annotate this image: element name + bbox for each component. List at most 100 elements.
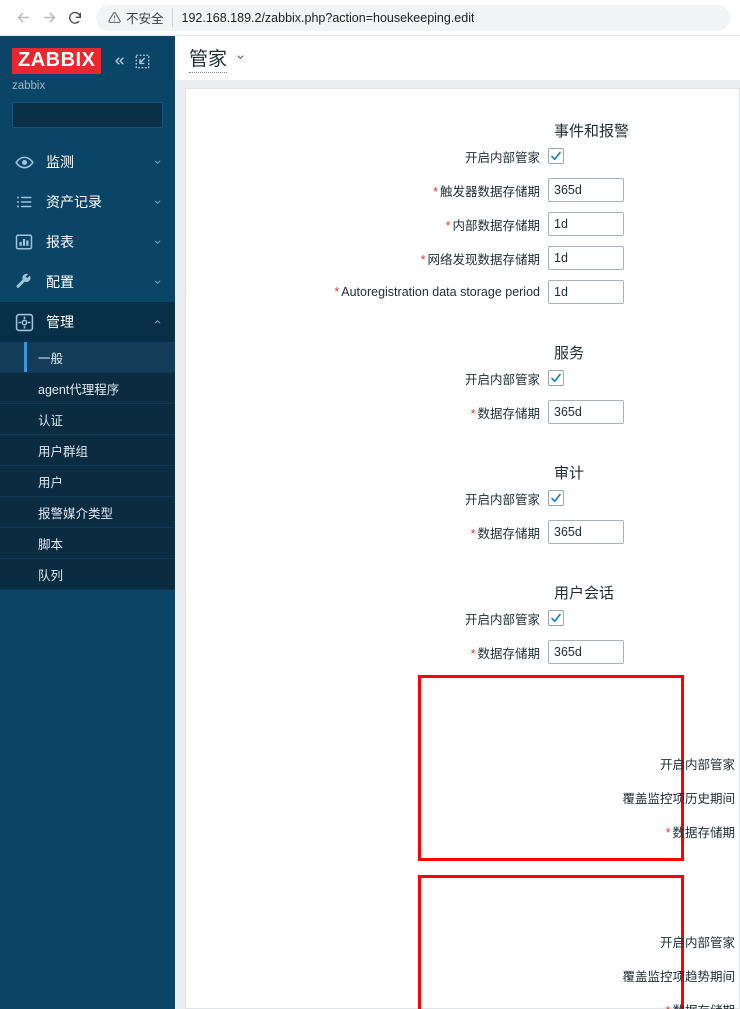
chevron-down-icon	[152, 158, 163, 166]
sidebar-item-label: 配置	[46, 274, 74, 290]
section-title: 事件和报警	[554, 123, 630, 140]
arrow-right-icon	[43, 12, 55, 23]
security-label: 不安全	[126, 12, 164, 26]
chevron-down-icon	[152, 238, 163, 246]
required-marker: *	[334, 285, 340, 299]
history-override-row: 覆盖监控项历史期间	[421, 780, 735, 814]
discovery-data-storage-input[interactable]	[548, 246, 624, 270]
audit-enable-row: 开启内部管家	[186, 481, 739, 515]
app-root: ZABBIX zabbix 监测 资产记录 报表 配置 管理 一般 agent代…	[0, 36, 740, 1009]
field-label: 数据存储期	[672, 825, 735, 840]
sidebar-subitem-media-types[interactable]: 报警媒介类型	[0, 497, 175, 528]
services-enable-row: 开启内部管家	[186, 361, 739, 395]
sidebar-subitem-users[interactable]: 用户	[0, 466, 175, 497]
back-button[interactable]	[10, 5, 36, 31]
trends-enable-row: 开启内部管家	[421, 924, 735, 958]
sidebar-subitem-scripts[interactable]: 脚本	[0, 528, 175, 559]
field-label: 数据存储期	[477, 526, 540, 541]
sidebar-item-reports[interactable]: 报表	[0, 222, 175, 262]
sidebar-item-monitoring[interactable]: 监测	[0, 142, 175, 182]
section-title: 审计	[554, 465, 585, 482]
section-trends: 趋势	[421, 886, 681, 924]
sidebar-item-inventory[interactable]: 资产记录	[0, 182, 175, 222]
security-status[interactable]: 不安全	[108, 8, 173, 27]
history-section-highlight: 历史记录 开启内部管家 覆盖监控项历史期间	[418, 675, 735, 861]
field-label: Autoregistration data storage period	[341, 285, 540, 299]
sidebar-item-configuration[interactable]: 配置	[0, 262, 175, 302]
history-storage-row: * 数据存储期	[421, 814, 735, 848]
forward-button[interactable]	[36, 5, 62, 31]
check-icon	[551, 493, 561, 503]
page-header: 管家	[175, 36, 740, 80]
reload-icon	[69, 11, 81, 24]
wrench-icon	[14, 273, 34, 291]
events-internal-row: * 内部数据存储期	[186, 207, 739, 241]
events-enable-label: 开启内部管家	[464, 150, 540, 165]
services-storage-row: * 数据存储期	[186, 395, 739, 429]
autoregistration-data-storage-input[interactable]	[548, 280, 624, 304]
chevron-down-icon[interactable]	[235, 52, 246, 64]
section-services: 服务	[186, 323, 739, 361]
sidebar-subitem-proxies[interactable]: agent代理程序	[0, 373, 175, 404]
required-marker: *	[445, 218, 451, 233]
sidebar-item-administration[interactable]: 管理	[0, 302, 175, 342]
chevrons-left-icon	[115, 57, 125, 65]
bar-chart-icon	[14, 233, 34, 251]
history-enable-label: 开启内部管家	[659, 757, 735, 772]
sidebar-subitem-queue[interactable]: 队列	[0, 559, 175, 590]
audit-data-storage-input[interactable]	[548, 520, 624, 544]
sessions-data-storage-input[interactable]	[548, 640, 624, 664]
chevron-down-icon	[152, 198, 163, 206]
services-data-storage-input[interactable]	[548, 400, 624, 424]
sidebar-header: ZABBIX	[0, 36, 175, 74]
field-label: 数据存储期	[477, 646, 540, 661]
audit-enable-checkbox[interactable]	[548, 490, 564, 506]
section-title: 用户会话	[554, 585, 615, 602]
sidebar-subitem-general[interactable]: 一般	[0, 342, 175, 373]
main-content: 管家 事件和报警 开启内部管家 * 触发器数据存储期 365d * 内部数据存储…	[175, 36, 740, 1009]
kiosk-mode-button[interactable]	[135, 54, 150, 69]
trends-enable-label: 开启内部管家	[659, 935, 735, 950]
trigger-data-storage-input[interactable]	[548, 178, 624, 202]
section-sessions: 用户会话	[186, 563, 739, 601]
sidebar-item-label: 资产记录	[46, 194, 102, 210]
list-icon	[14, 193, 34, 211]
sidebar-item-label: 监测	[46, 154, 74, 170]
sidebar-collapse-button[interactable]	[111, 54, 128, 68]
check-icon	[551, 151, 561, 161]
events-enable-checkbox[interactable]	[548, 148, 564, 164]
warning-triangle-icon	[108, 12, 121, 23]
search-input[interactable]	[21, 108, 175, 122]
sessions-enable-row: 开启内部管家	[186, 601, 739, 635]
events-enable-row: 开启内部管家	[186, 139, 739, 173]
sidebar-nav: 监测 资产记录 报表 配置 管理 一般 agent代理程序 认证 用户群组 用户…	[0, 142, 175, 590]
section-title: 服务	[554, 345, 585, 362]
chevron-down-icon	[152, 278, 163, 286]
housekeeping-form: 事件和报警 开启内部管家 *触发器数据存储期 *内部数据存储期	[185, 88, 740, 1009]
kiosk-mode-icon	[136, 54, 150, 68]
sidebar-item-label: 管理	[46, 314, 74, 330]
required-marker: *	[665, 825, 671, 840]
check-icon	[551, 613, 561, 623]
sidebar-subitem-user-groups[interactable]: 用户群组	[0, 435, 175, 466]
sidebar: ZABBIX zabbix 监测 资产记录 报表 配置 管理 一般 agent代…	[0, 36, 175, 1009]
eye-icon	[14, 153, 34, 172]
url-text: 192.168.189.2/zabbix.php?action=housekee…	[181, 10, 475, 25]
sessions-enable-checkbox[interactable]	[548, 610, 564, 626]
reload-button[interactable]	[62, 5, 88, 31]
field-label: 数据存储期	[477, 406, 540, 421]
zabbix-logo[interactable]: ZABBIX	[12, 48, 102, 74]
panel-area: 事件和报警 开启内部管家 *触发器数据存储期 *内部数据存储期	[175, 80, 740, 1009]
required-marker: *	[470, 646, 476, 661]
audit-storage-row: * 数据存储期	[186, 515, 739, 549]
services-enable-checkbox[interactable]	[548, 370, 564, 386]
page-title[interactable]: 管家	[189, 44, 228, 73]
trends-override-label: 覆盖监控项趋势期间	[622, 969, 735, 984]
address-bar[interactable]: 不安全 192.168.189.2/zabbix.php?action=hous…	[96, 4, 730, 31]
sidebar-subitem-authentication[interactable]: 认证	[0, 404, 175, 435]
history-override-label: 覆盖监控项历史期间	[622, 791, 735, 806]
internal-data-storage-input[interactable]	[548, 212, 624, 236]
sidebar-search[interactable]	[12, 102, 175, 128]
server-name: zabbix	[12, 80, 46, 92]
field-label: 网络发现数据存储期	[427, 252, 540, 267]
